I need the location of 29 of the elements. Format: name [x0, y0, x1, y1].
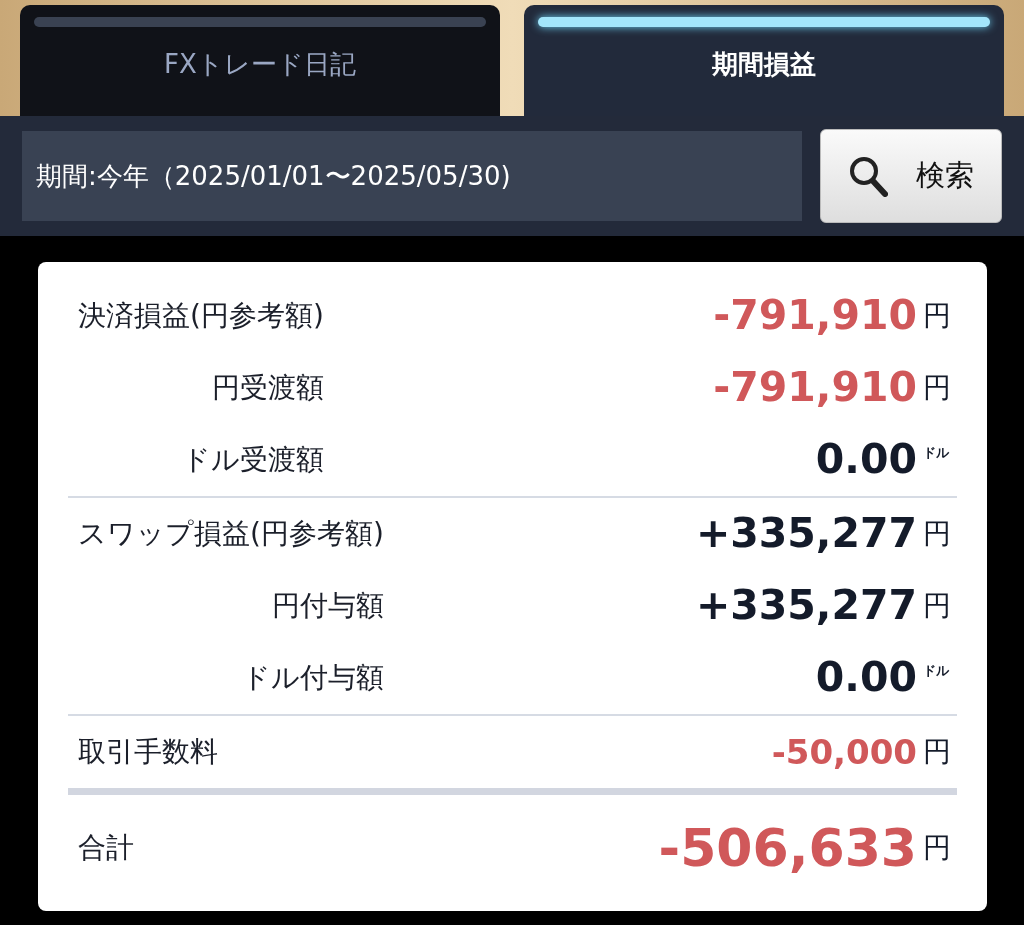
period-field[interactable]: 期間:今年（2025/01/01〜2025/05/30) — [22, 131, 802, 221]
currency-unit: 円 — [923, 370, 952, 406]
currency-unit: ドル — [923, 662, 950, 681]
total-amount: -506,633 — [658, 817, 917, 880]
amount: +335,277 — [695, 508, 917, 560]
row-label: ドル受渡額 — [180, 442, 324, 478]
currency-unit: 円 — [923, 516, 952, 552]
row-label: 決済損益(円参考額) — [77, 298, 324, 334]
row-label: 取引手数料 — [77, 734, 218, 770]
row-label: スワップ損益(円参考額) — [77, 516, 384, 552]
total-label: 合計 — [77, 830, 134, 866]
currency-unit: 円 — [923, 588, 952, 624]
amount: 0.00 — [815, 652, 917, 704]
row-label: 円受渡額 — [210, 370, 324, 406]
amount: +335,277 — [695, 580, 917, 632]
currency-unit: 円 — [923, 734, 952, 770]
amount: 0.00 — [815, 434, 917, 486]
amount: -50,000 — [771, 730, 917, 774]
currency-unit: ドル — [923, 444, 950, 463]
currency-unit: 円 — [923, 830, 952, 866]
row-label: 円付与額 — [270, 588, 384, 624]
amount: -791,910 — [713, 290, 917, 342]
row-label: ドル付与額 — [240, 660, 384, 696]
tab[interactable]: 期間損益 — [524, 5, 1004, 116]
search-icon — [848, 155, 888, 197]
tab[interactable]: FXトレード日記 — [20, 5, 500, 116]
currency-unit: 円 — [923, 298, 952, 334]
amount: -791,910 — [713, 362, 917, 414]
search-button[interactable]: 検索 — [820, 129, 1002, 223]
